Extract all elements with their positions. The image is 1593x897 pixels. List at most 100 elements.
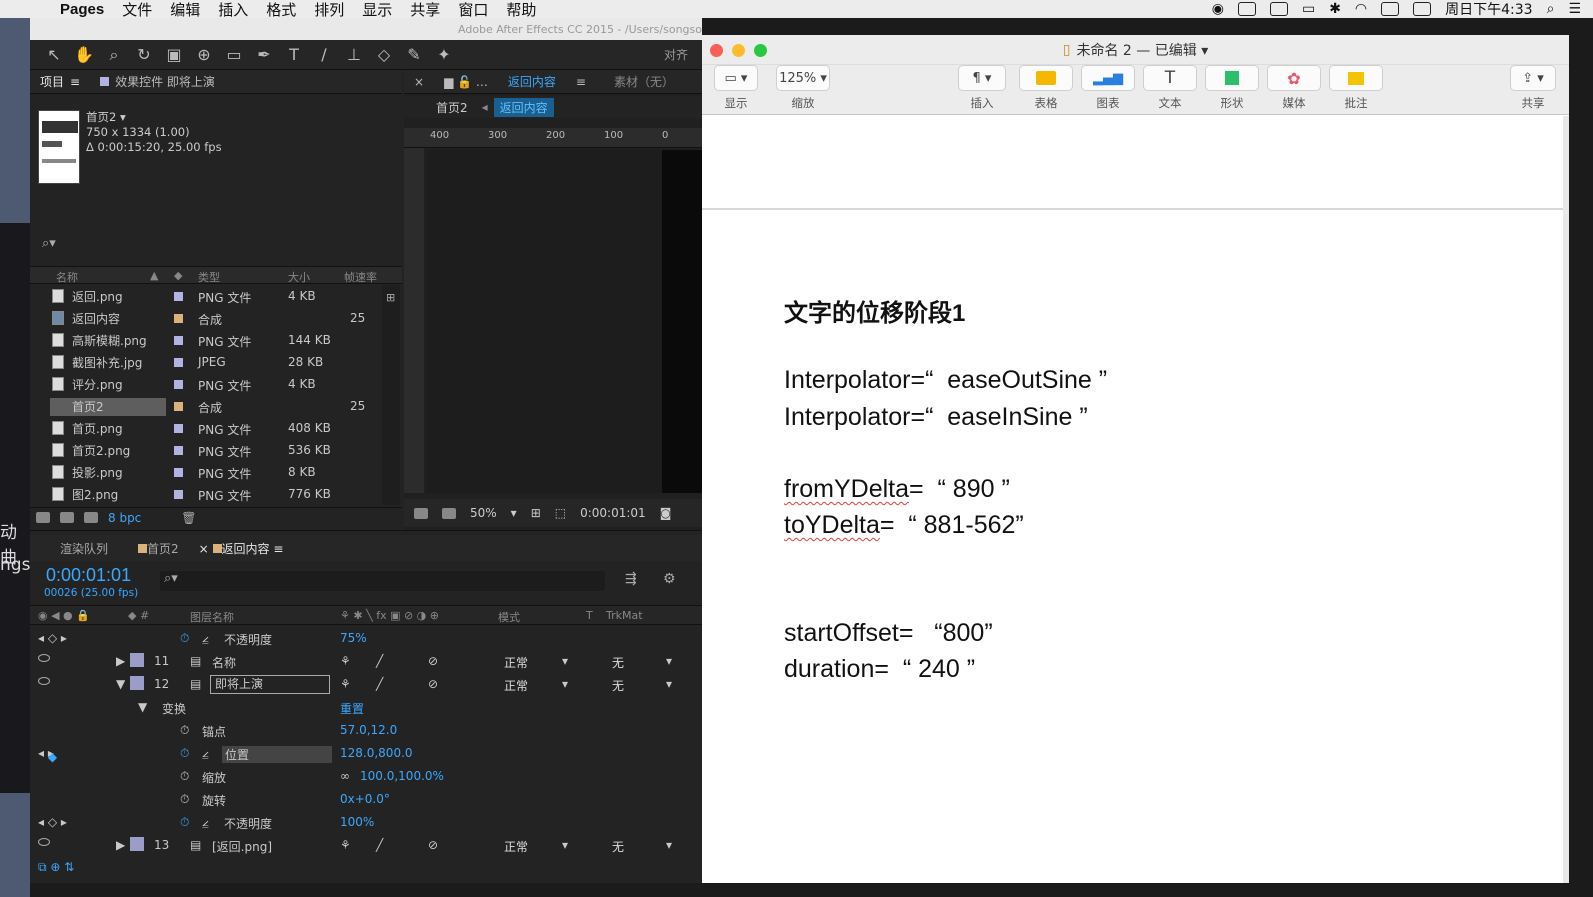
label-swatch[interactable]	[174, 424, 183, 433]
comment-icon[interactable]	[1329, 65, 1383, 91]
comp-viewer-pasteboard[interactable]	[662, 150, 702, 493]
trash-icon[interactable]: 🗑	[181, 511, 196, 525]
doc-heading[interactable]: 文字的位移阶段1	[784, 293, 965, 328]
doc-line-fromydelta[interactable]: fromYDelta= “ 890 ”	[784, 475, 1010, 504]
new-folder-icon[interactable]	[60, 512, 74, 523]
misspelled-word[interactable]: fromYDelta	[784, 475, 909, 503]
stopwatch-icon[interactable]: ⏱	[180, 631, 189, 646]
doc-line-duration[interactable]: duration= “ 240 ”	[784, 655, 975, 684]
selection-tool-icon[interactable]: ↖	[44, 45, 64, 64]
col-mode[interactable]: 模式	[498, 609, 520, 625]
current-time[interactable]: 0:00:01:01	[46, 565, 131, 586]
visibility-eye-icon[interactable]	[38, 838, 50, 846]
visibility-eye-icon[interactable]	[38, 677, 50, 685]
trkmat-dropdown[interactable]: 无	[612, 654, 624, 671]
label-swatch[interactable]	[174, 402, 183, 411]
label-col-icon[interactable]: ◆	[174, 269, 182, 282]
label-swatch[interactable]	[174, 336, 183, 345]
layer-name-edit-field[interactable]: 即将上演	[210, 675, 330, 694]
toolbar-view[interactable]: ▭ ▾ 显示	[708, 65, 764, 111]
mode-dropdown[interactable]: 正常	[504, 838, 528, 855]
zoom-tool-icon[interactable]: ⌕	[104, 45, 124, 65]
input-source-icon[interactable]	[1413, 2, 1432, 16]
pen-tool-icon[interactable]: ✒	[254, 45, 274, 64]
expand-arrow-icon[interactable]: ▶	[116, 654, 125, 668]
doc-line-startoffset[interactable]: startOffset= “800”	[784, 619, 993, 648]
misspelled-word[interactable]: toYDelta	[784, 511, 880, 539]
menu-share[interactable]: 共享	[410, 0, 440, 20]
zoom-dropdown[interactable]: 125% ▾	[776, 65, 830, 91]
menu-edit[interactable]: 编辑	[170, 0, 200, 20]
toolbar-zoom[interactable]: 125% ▾ 缩放	[772, 65, 834, 111]
toolbar-comment[interactable]: 批注	[1329, 65, 1383, 111]
layer-switches-icon[interactable]: ⚘ ✱ ╲ fx ▣ ⊘ ◑ ⊕	[340, 609, 439, 622]
graph-icon[interactable]: ⦤	[202, 746, 209, 761]
dropdown-chevron-icon[interactable]: ▾	[562, 677, 568, 691]
dropdown-chevron-icon[interactable]: ▾	[562, 654, 568, 668]
comp-viewer[interactable]	[426, 150, 662, 493]
zoom-dropdown[interactable]: 50%	[470, 506, 497, 520]
document-title[interactable]: 未命名 2 — 已编辑 ▾	[1076, 40, 1208, 60]
interpret-footage-icon[interactable]	[36, 512, 50, 523]
always-preview-icon[interactable]	[414, 507, 428, 519]
project-item[interactable]: 高斯模糊.png PNG 文件 144 KB	[30, 330, 380, 352]
snapshot-icon[interactable]: ◙	[660, 506, 672, 520]
doc-line-interpolator-1[interactable]: Interpolator=“ easeOutSine ”	[784, 366, 1107, 395]
table-icon[interactable]	[1019, 65, 1073, 91]
toolbar-insert[interactable]: ¶ ▾ 插入	[954, 65, 1010, 111]
pan-behind-tool-icon[interactable]: ⊕	[194, 45, 214, 64]
brush-tool-icon[interactable]: ∕	[314, 45, 334, 64]
lock-icon[interactable]: ▆ 🔓 …	[434, 75, 498, 89]
view-icon[interactable]: ▭ ▾	[714, 65, 758, 91]
item-name[interactable]: 首页.png	[50, 420, 166, 438]
wifi-icon[interactable]: ◠	[1355, 1, 1367, 17]
bit-depth[interactable]: 8 bpc	[108, 511, 141, 525]
project-item[interactable]: 返回内容 合成 25	[30, 308, 380, 330]
timeline-search-input[interactable]: ⌕▾	[160, 571, 605, 591]
align-toggle[interactable]: 对齐	[664, 46, 688, 63]
dropdown-chevron-icon[interactable]: ▾	[666, 838, 672, 852]
quality-icon[interactable]: ╱	[376, 654, 383, 668]
keyframe-nav-icon[interactable]: ◂ ◆ ▸	[38, 746, 57, 764]
toolbar-media[interactable]: ✿ 媒体	[1267, 65, 1321, 111]
label-swatch[interactable]	[174, 292, 183, 301]
timeline-footer-icons[interactable]: ⧉ ⊕ ⇅	[38, 860, 74, 875]
col-layer-name[interactable]: 图层名称	[190, 609, 234, 625]
zoom-button[interactable]	[754, 44, 767, 57]
menu-window[interactable]: 窗口	[458, 0, 488, 20]
menu-view[interactable]: 显示	[362, 0, 392, 20]
av-switches-icon[interactable]: ◉ ◀ ● 🔒	[38, 609, 90, 622]
label-swatch[interactable]	[174, 358, 183, 367]
tab-footage[interactable]: 素材（无）	[604, 73, 684, 90]
quality-icon[interactable]: ╱	[376, 838, 383, 852]
keyframe-nav-icon[interactable]: ◂ ◇ ▸	[38, 631, 67, 645]
col-size[interactable]: 大小	[288, 269, 310, 285]
monitor-icon[interactable]	[442, 507, 456, 519]
panel-menu-icon[interactable]: ≡	[566, 75, 596, 89]
rectangle-tool-icon[interactable]: ▭	[224, 45, 244, 64]
label-swatch[interactable]	[174, 314, 183, 323]
item-name[interactable]: 图2.png	[50, 486, 166, 504]
sort-arrow-icon[interactable]: ▲	[150, 269, 158, 282]
project-item[interactable]: 评分.png PNG 文件 4 KB	[30, 374, 380, 396]
draft-3d-icon[interactable]: ⚙	[663, 571, 676, 587]
visibility-eye-icon[interactable]	[38, 654, 50, 662]
record-icon[interactable]: ◉	[1212, 1, 1224, 17]
close-button[interactable]	[710, 44, 723, 57]
region-icon[interactable]: ⬚	[555, 506, 566, 520]
tab-effect-controls[interactable]: 效果控件 即将上演	[90, 73, 225, 90]
project-item[interactable]: 首页2.png PNG 文件 536 KB	[30, 440, 380, 462]
reset-link[interactable]: 重置	[340, 700, 364, 717]
zoom-chevron-icon[interactable]: ▾	[511, 506, 517, 520]
parent-link-icon[interactable]: ⊘	[428, 654, 438, 668]
property-value[interactable]: 128.0,800.0	[340, 746, 413, 760]
text-icon[interactable]: T	[1143, 65, 1197, 91]
presenter-icon[interactable]	[1237, 2, 1256, 16]
shape-icon[interactable]	[1205, 65, 1259, 91]
parent-link-icon[interactable]: ⊘	[428, 677, 438, 691]
item-name[interactable]: 评分.png	[50, 376, 166, 394]
project-search-icon[interactable]: ⌕▾	[42, 236, 56, 251]
graph-icon[interactable]: ⦤	[202, 631, 209, 646]
trkmat-dropdown[interactable]: 无	[612, 677, 624, 694]
item-name[interactable]: 首页2.png	[50, 442, 166, 460]
